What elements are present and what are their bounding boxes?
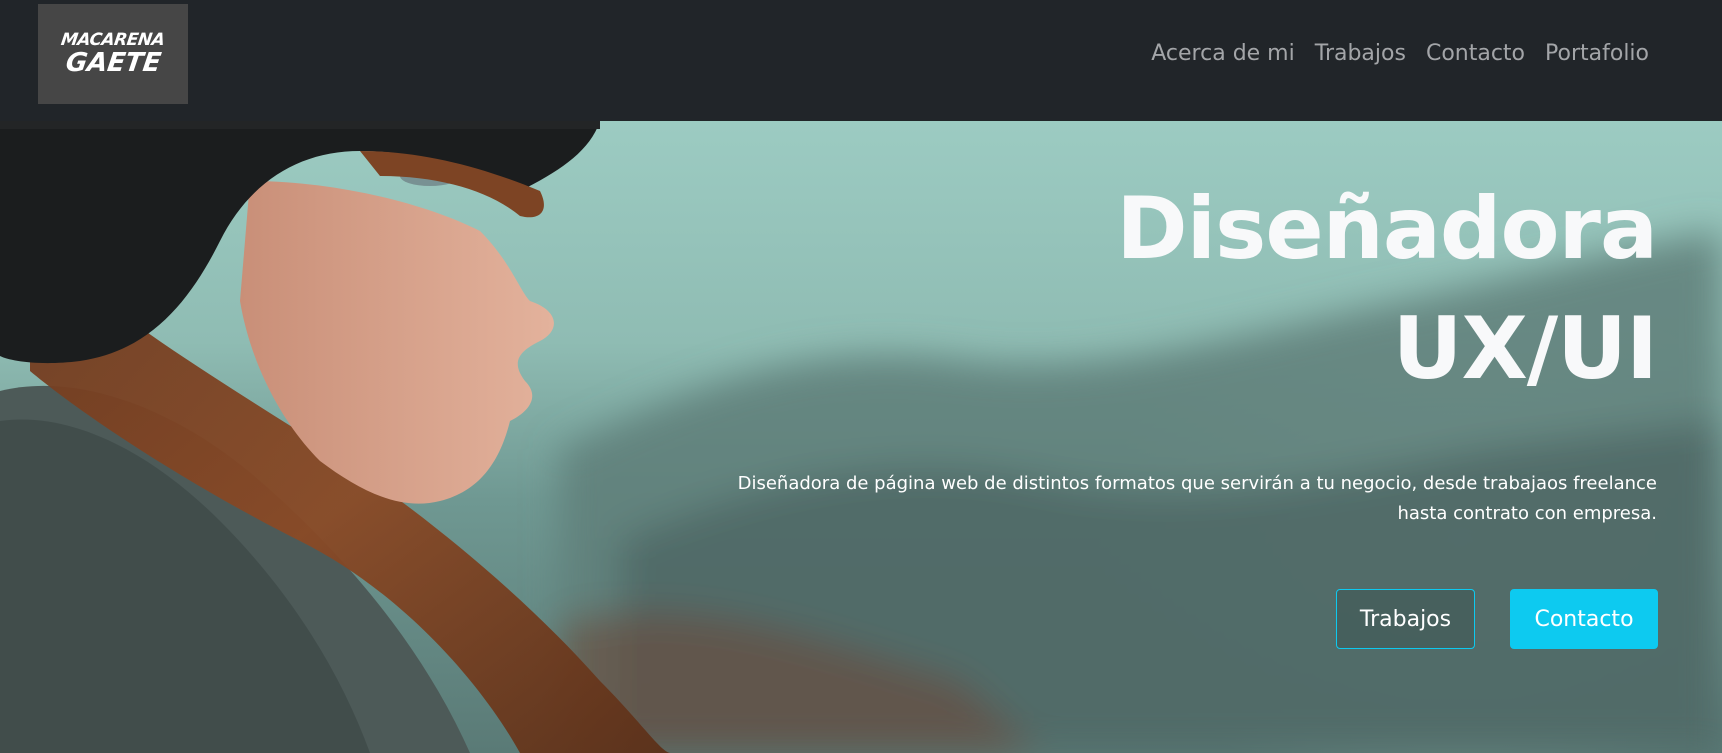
- nav-link-contacto[interactable]: Contacto: [1426, 38, 1525, 70]
- brand-logo-line1: MACARENA: [60, 30, 167, 50]
- nav-menu: Acerca de mi Trabajos Contacto Portafoli…: [1151, 38, 1649, 70]
- trabajos-button[interactable]: Trabajos: [1336, 589, 1475, 649]
- nav-link-trabajos[interactable]: Trabajos: [1315, 38, 1406, 70]
- hero-description-line2: hasta contrato con empresa.: [1397, 503, 1657, 524]
- brand-logo[interactable]: MACARENA GAETE: [38, 4, 188, 104]
- nav-link-portafolio[interactable]: Portafolio: [1545, 38, 1649, 70]
- hero-description-line1: Diseñadora de página web de distintos fo…: [737, 473, 1657, 494]
- hero-title: Diseñadora UX/UI: [1116, 169, 1658, 409]
- nav-link-acerca[interactable]: Acerca de mi: [1151, 38, 1294, 70]
- brand-logo-line2: GAETE: [63, 48, 163, 78]
- hero-title-line2: UX/UI: [1392, 299, 1658, 399]
- hero-description: Diseñadora de página web de distintos fo…: [677, 469, 1657, 529]
- hero-title-line1: Diseñadora: [1116, 179, 1658, 279]
- contacto-button[interactable]: Contacto: [1510, 589, 1658, 649]
- navbar: MACARENA GAETE Acerca de mi Trabajos Con…: [0, 0, 1722, 121]
- hero-section: Diseñadora UX/UI Diseñadora de página we…: [0, 121, 1722, 753]
